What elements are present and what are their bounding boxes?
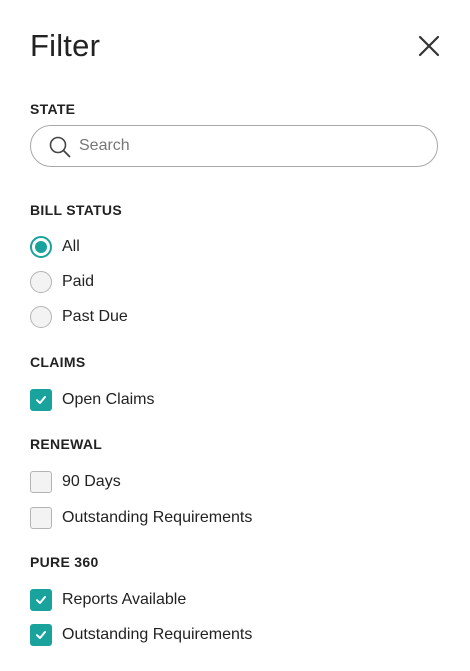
section-heading-renewal: RENEWAL xyxy=(30,436,103,452)
checkbox-checked[interactable] xyxy=(30,389,52,411)
radio-button[interactable] xyxy=(30,306,52,328)
search-input[interactable] xyxy=(79,126,419,166)
checkbox-option-reports-available[interactable]: Reports Available xyxy=(30,588,186,612)
checkbox-label: Outstanding Requirements xyxy=(62,626,253,643)
close-icon[interactable] xyxy=(417,34,441,58)
checkbox-option-outstanding-requirements[interactable]: Outstanding Requirements xyxy=(30,506,252,530)
radio-button[interactable] xyxy=(30,271,52,293)
search-icon xyxy=(49,136,71,158)
checkbox-label: Reports Available xyxy=(62,591,187,608)
checkbox-label: Outstanding Requirements xyxy=(62,509,253,526)
radio-option-paid[interactable]: Paid xyxy=(30,270,94,294)
check-icon xyxy=(36,396,46,404)
checkbox-label: Open Claims xyxy=(62,391,155,408)
radio-label: Past Due xyxy=(62,308,128,325)
section-heading-claims: CLAIMS xyxy=(30,354,86,370)
radio-button-selected[interactable] xyxy=(30,236,52,258)
checkbox-option-outstanding-requirements-pure360[interactable]: Outstanding Requirements xyxy=(30,623,252,647)
section-heading-pure-360: PURE 360 xyxy=(30,554,99,570)
radio-option-past-due[interactable]: Past Due xyxy=(30,305,128,329)
check-icon xyxy=(36,631,46,639)
checkbox-option-90-days[interactable]: 90 Days xyxy=(30,470,121,494)
checkbox-checked[interactable] xyxy=(30,624,52,646)
checkbox-checked[interactable] xyxy=(30,589,52,611)
state-search-field[interactable] xyxy=(30,125,438,167)
checkbox[interactable] xyxy=(30,471,52,493)
check-icon xyxy=(36,596,46,604)
section-heading-bill-status: BILL STATUS xyxy=(30,202,122,218)
radio-option-all[interactable]: All xyxy=(30,235,80,259)
radio-label: Paid xyxy=(62,273,95,290)
checkbox-label: 90 Days xyxy=(62,473,121,490)
checkbox[interactable] xyxy=(30,507,52,529)
page-title: Filter xyxy=(30,28,101,63)
section-heading-state: STATE xyxy=(30,101,76,117)
radio-label: All xyxy=(62,238,80,255)
checkbox-option-open-claims[interactable]: Open Claims xyxy=(30,388,154,412)
